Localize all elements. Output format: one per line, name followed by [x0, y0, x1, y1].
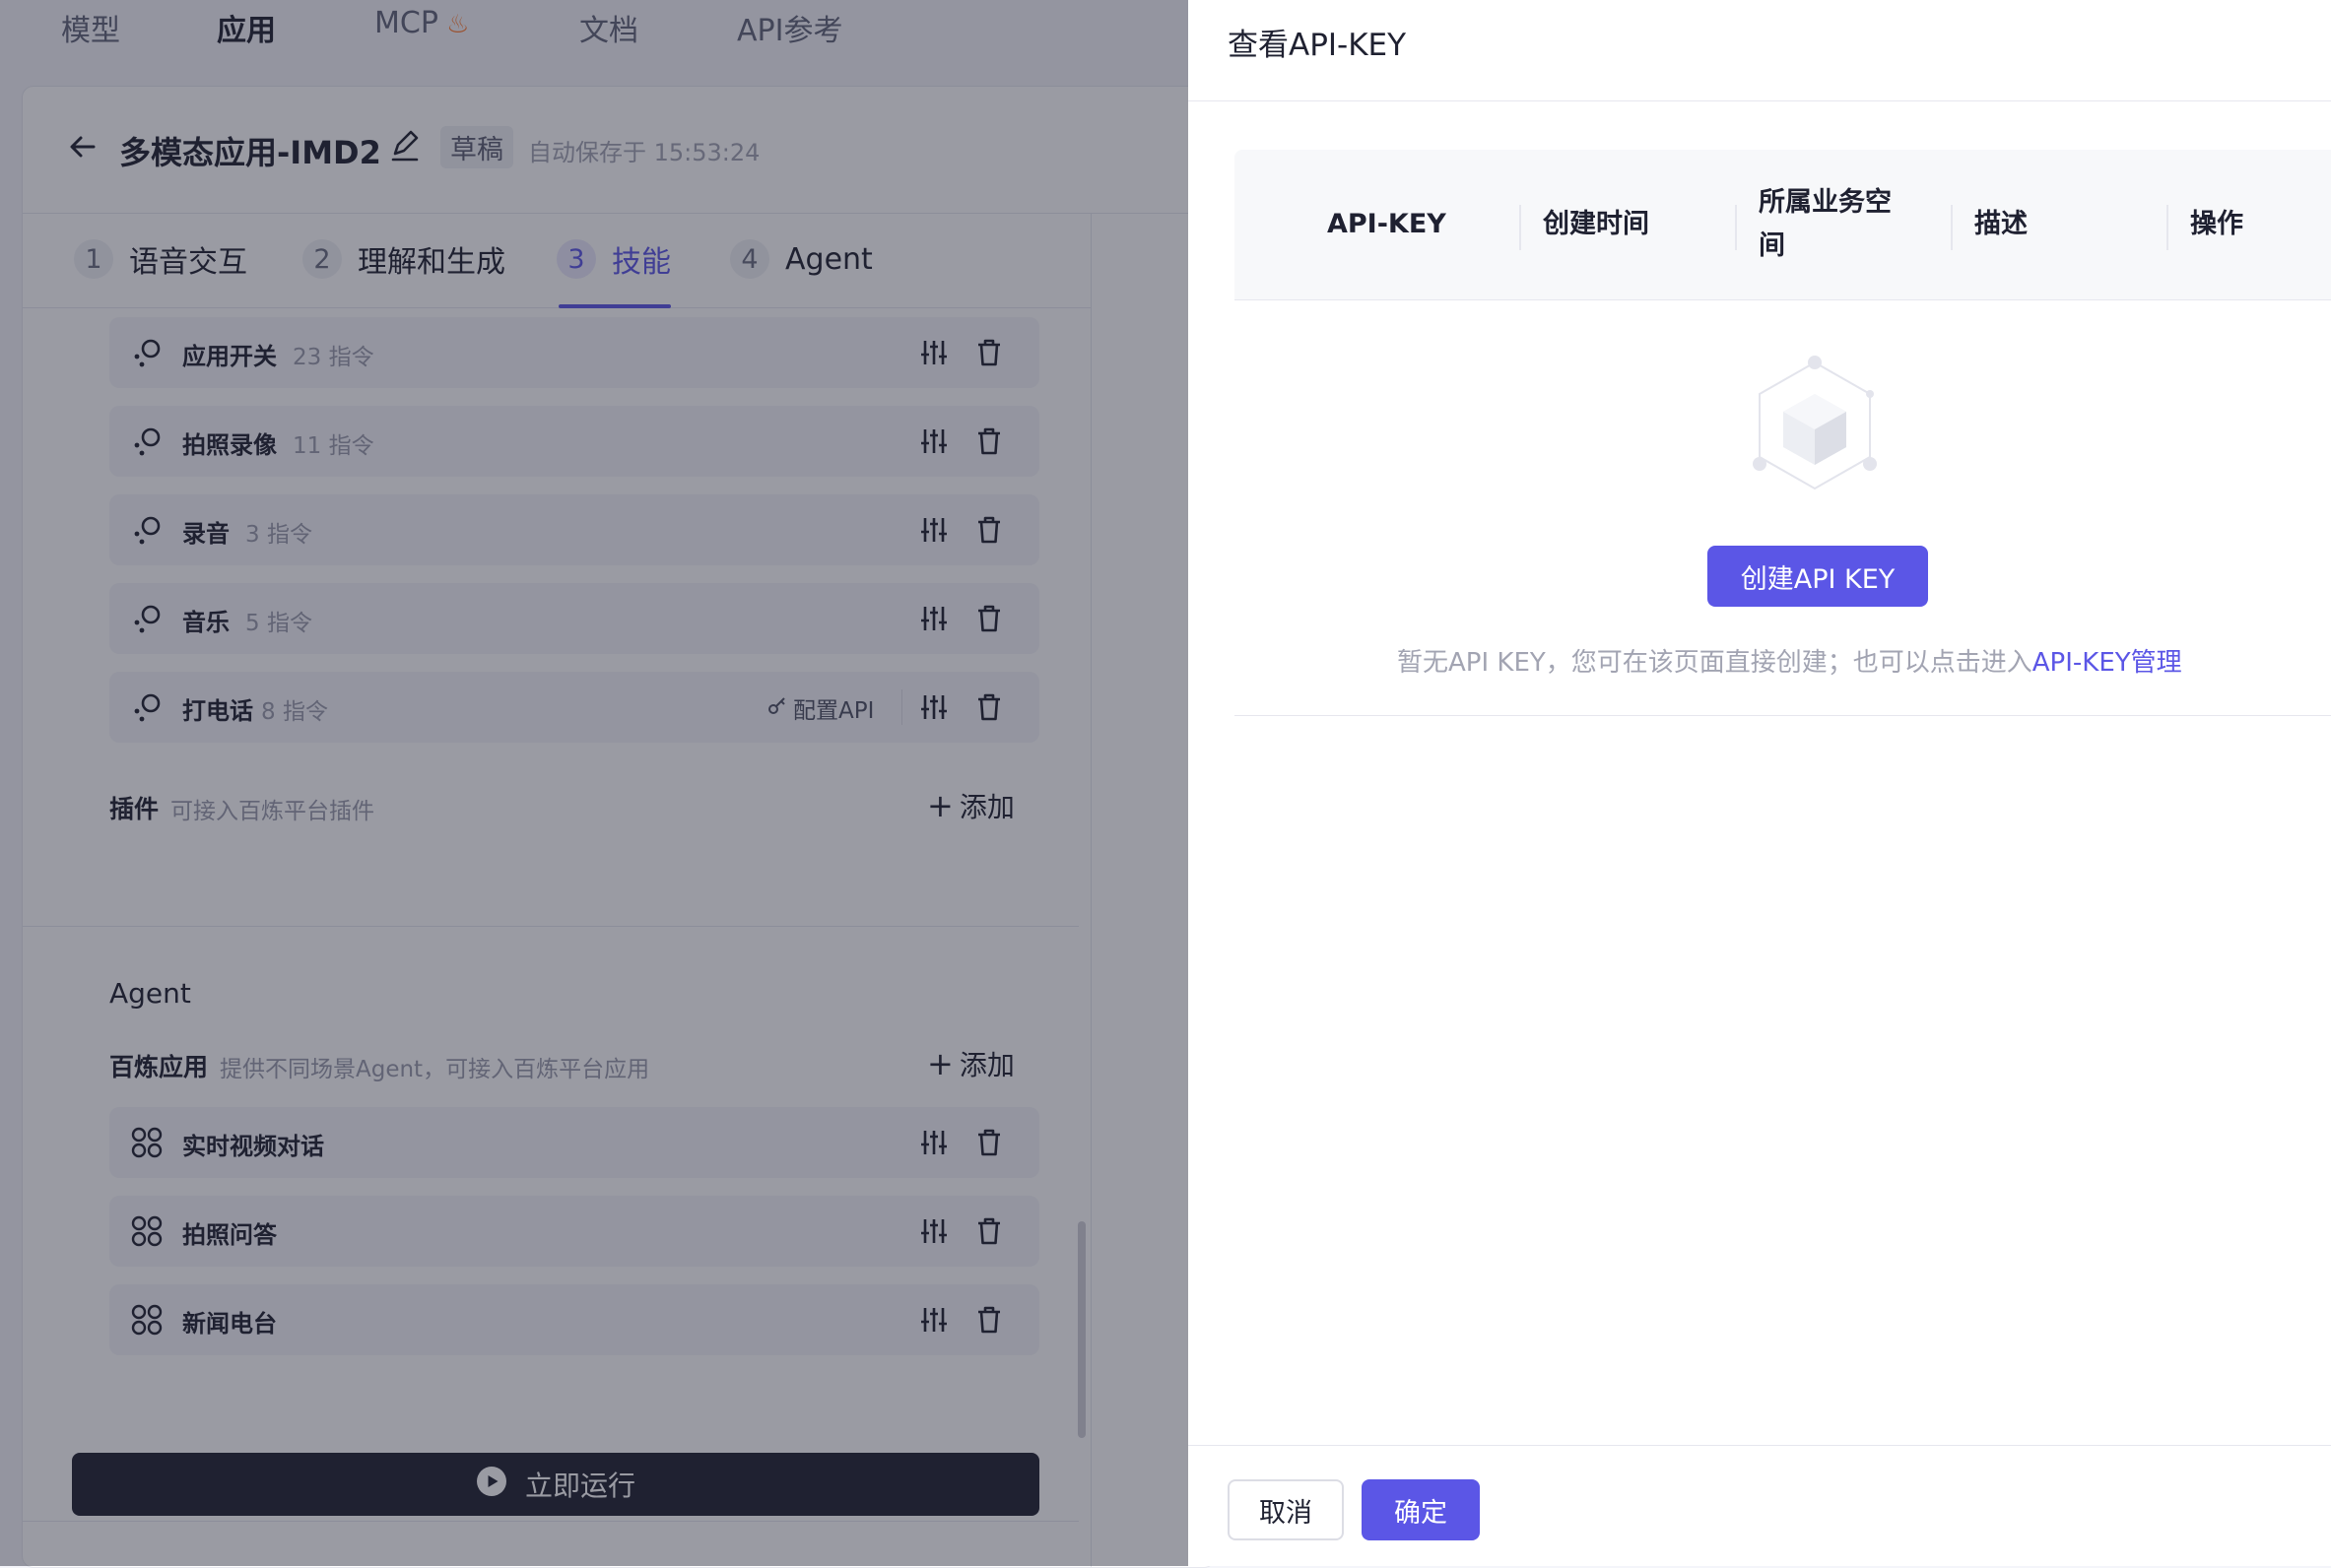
empty-state-text: 暂无API KEY，您可在该页面直接创建；也可以点击进入API-KEY管理: [1397, 642, 2182, 679]
column-workspace: 所属业务空: [1759, 187, 1892, 218]
create-api-key-button[interactable]: 创建API KEY: [1707, 546, 1928, 607]
empty-box-icon: [1748, 351, 1882, 500]
drawer-title: 查看API-KEY: [1228, 28, 1407, 63]
footer-divider: [1188, 1445, 2331, 1446]
column-workspace-cont: 间: [1759, 230, 1785, 261]
cancel-button[interactable]: 取消: [1228, 1479, 1344, 1540]
header-divider: [1188, 100, 2331, 101]
column-separator: [1735, 205, 1737, 250]
column-api-key: API-KEY: [1327, 209, 1446, 239]
table-header-divider: [1234, 299, 2331, 300]
column-separator: [1951, 205, 1953, 250]
table-bottom-divider: [1234, 715, 2331, 716]
column-separator: [1519, 205, 1521, 250]
column-description: 描述: [1974, 209, 2028, 239]
empty-state-message: 暂无API KEY，您可在该页面直接创建；也可以点击进入: [1397, 648, 2032, 678]
api-key-drawer: 查看API-KEY API-KEY 创建时间 所属业务空 间 描述 操作 创建A…: [1188, 0, 2331, 1566]
api-key-table-header: API-KEY 创建时间 所属业务空 间 描述 操作: [1234, 150, 2331, 299]
column-created-time: 创建时间: [1543, 209, 1649, 239]
column-actions: 操作: [2190, 209, 2243, 239]
api-key-management-link[interactable]: API-KEY管理: [2032, 648, 2182, 678]
modal-backdrop[interactable]: [0, 0, 1188, 1566]
column-separator: [2166, 205, 2168, 250]
confirm-button[interactable]: 确定: [1362, 1479, 1480, 1540]
